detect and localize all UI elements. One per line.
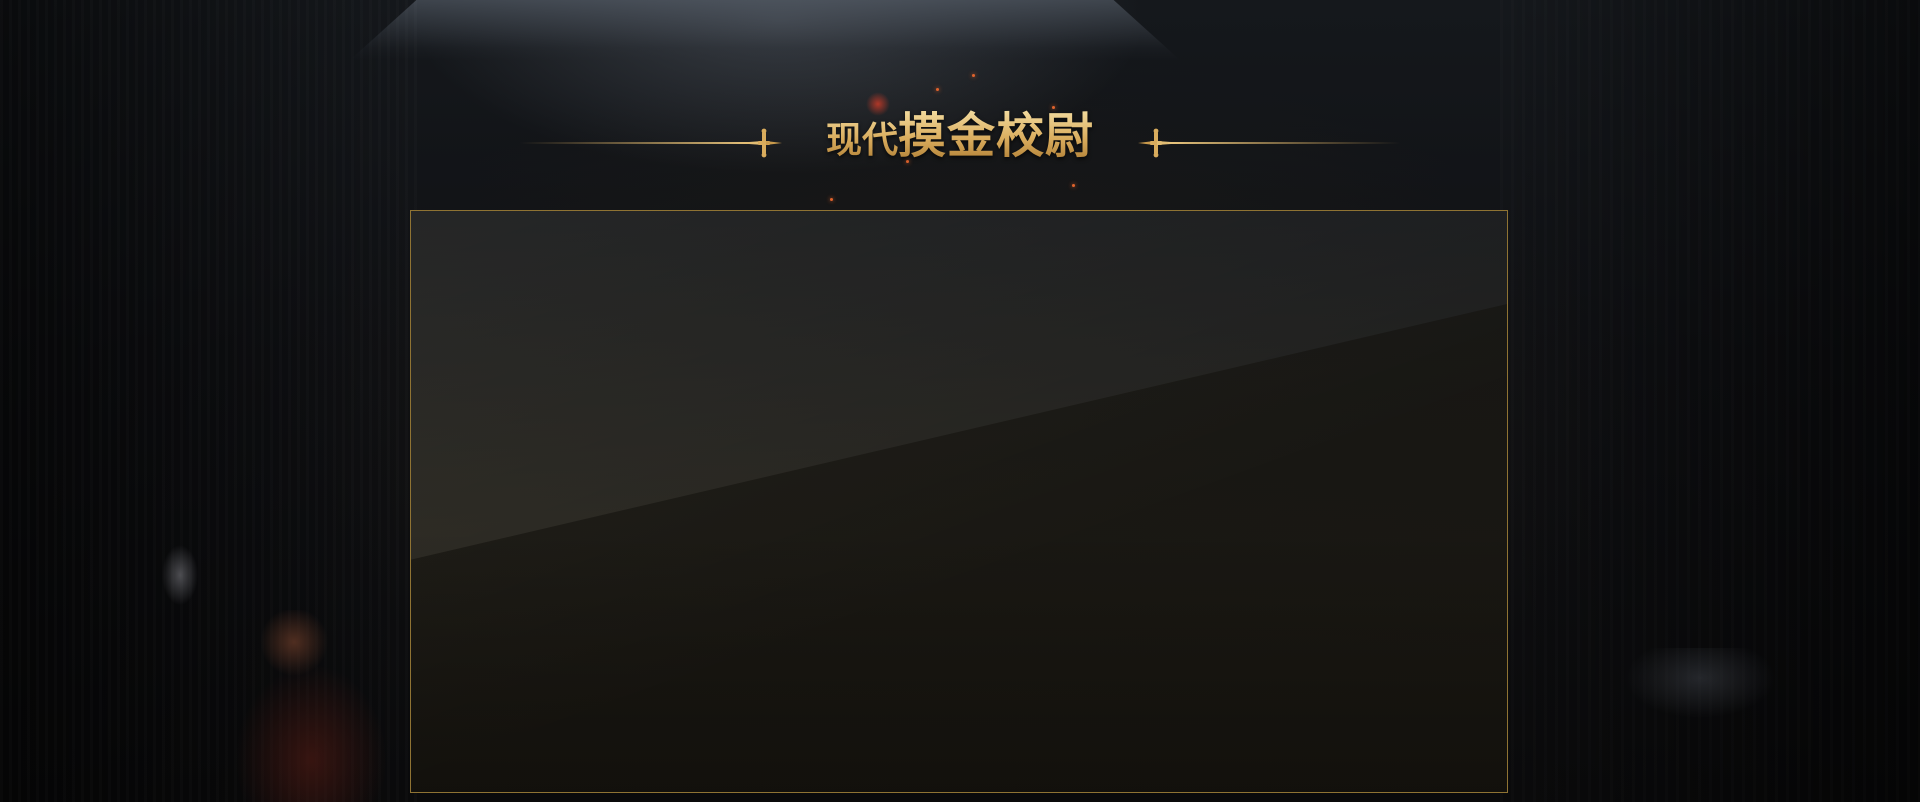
ember — [972, 74, 975, 77]
content-panel — [410, 210, 1508, 793]
sword-ornament-icon — [520, 128, 782, 158]
torch-glow — [160, 540, 200, 610]
sword-ornament-icon — [1138, 128, 1400, 158]
section-header: 现代摸金校尉 — [520, 106, 1400, 166]
page-background: 现代摸金校尉 — [0, 0, 1920, 802]
rock-silhouette — [1625, 648, 1775, 748]
title-main: 摸金校尉 — [898, 108, 1095, 164]
page-title: 现代摸金校尉 — [820, 106, 1100, 166]
light-beam — [350, 0, 1180, 60]
ember — [936, 88, 939, 91]
ember — [1072, 184, 1075, 187]
title-prefix: 现代 — [825, 120, 898, 161]
panel-shadow — [411, 530, 1507, 792]
figure-silhouette — [236, 610, 386, 802]
ember — [830, 198, 833, 201]
